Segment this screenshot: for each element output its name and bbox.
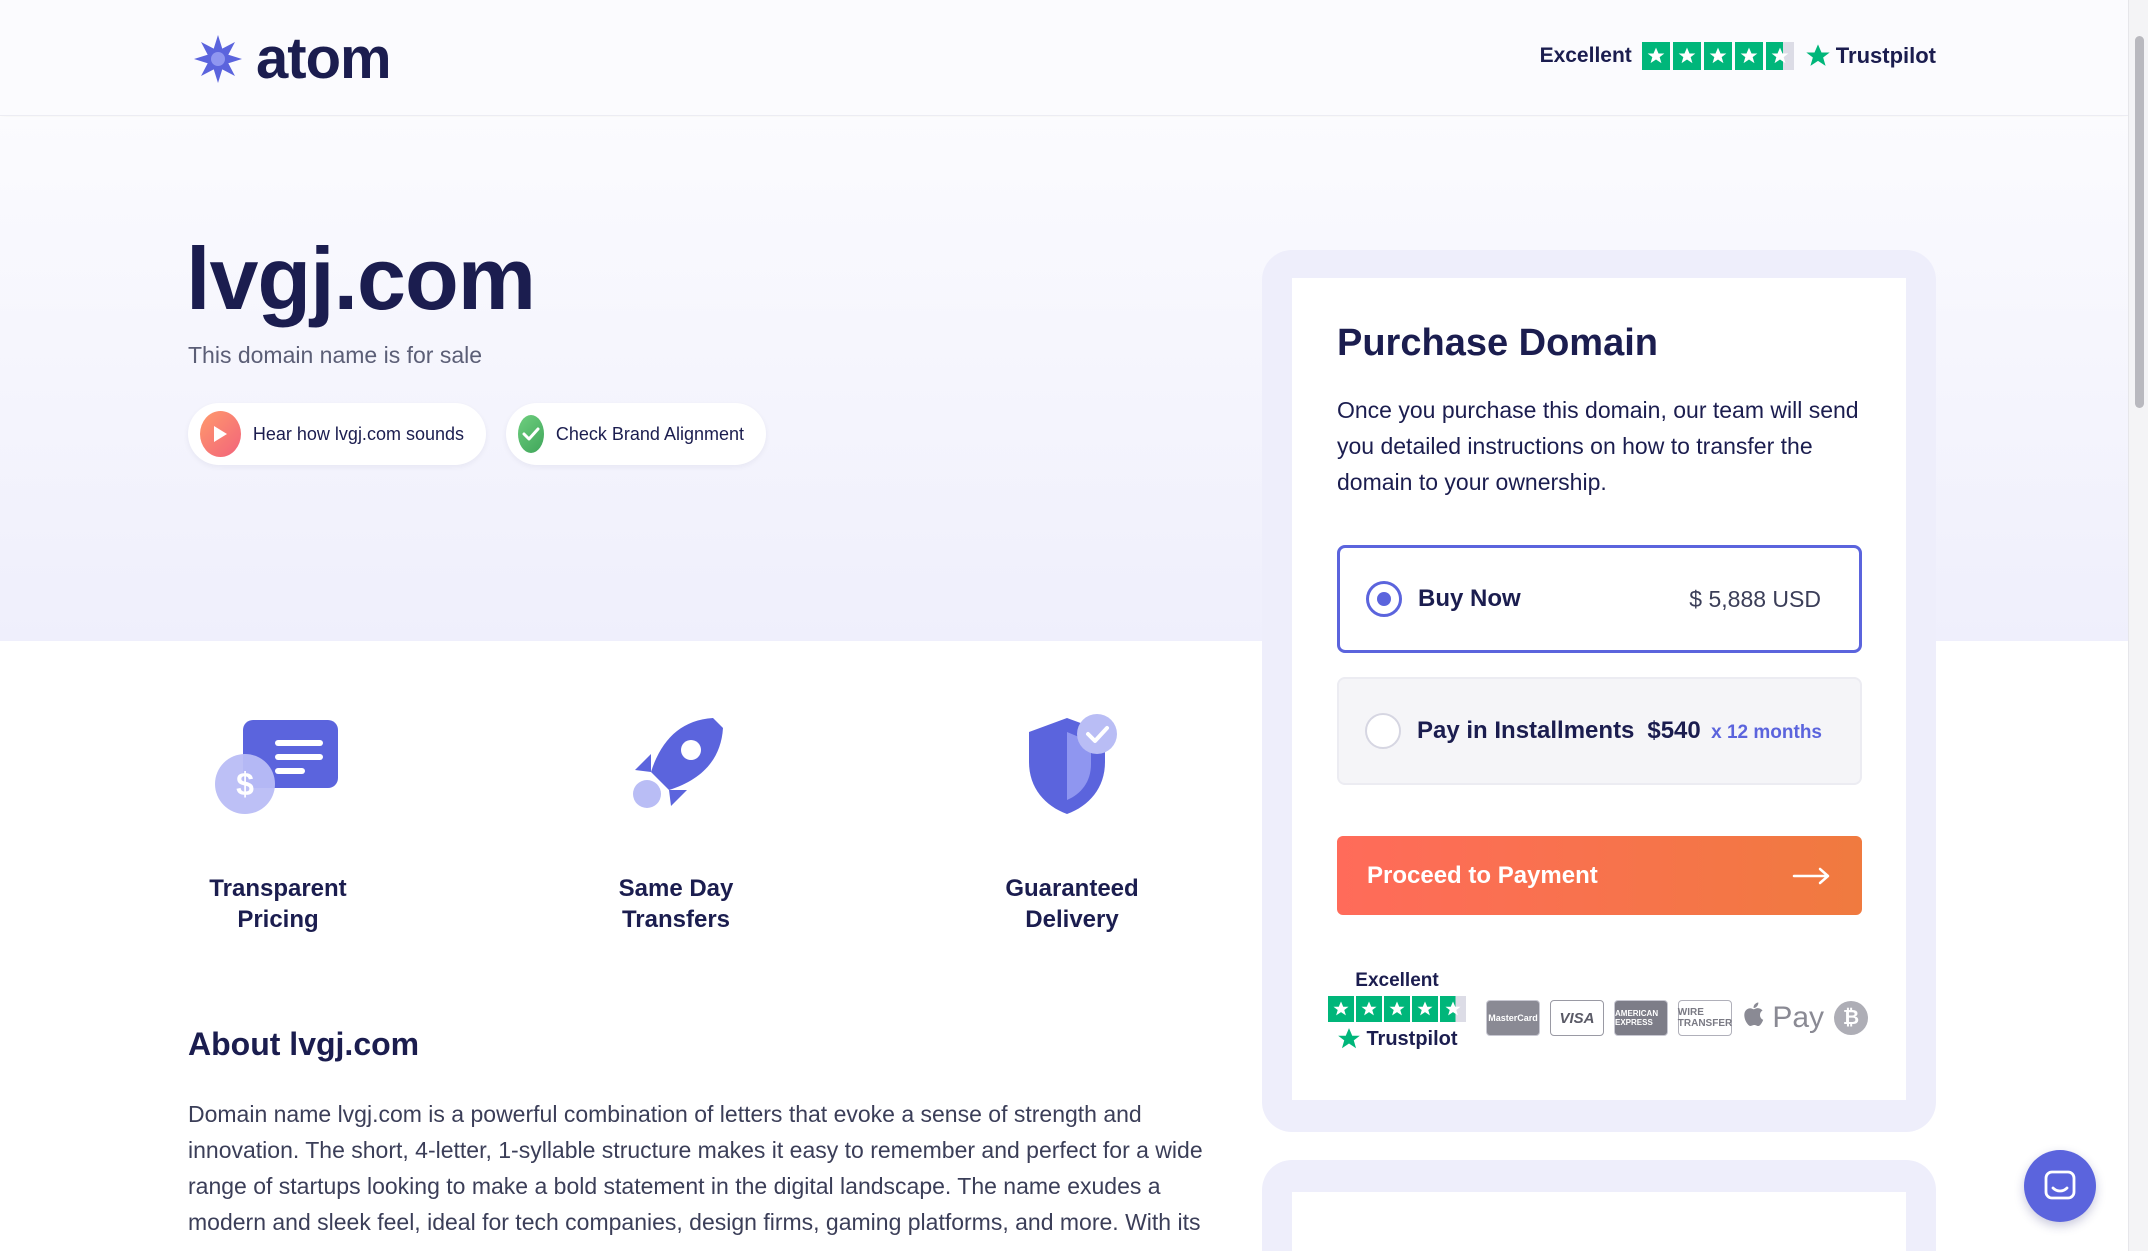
trustpilot-header-rating[interactable]: Excellent Trustpilot bbox=[1540, 42, 1936, 70]
installments-price: $540 x 12 months bbox=[1647, 717, 1822, 745]
installments-option[interactable]: Pay in Installments $540 x 12 months bbox=[1337, 677, 1862, 785]
check-brand-alignment-label: Check Brand Alignment bbox=[555, 423, 744, 444]
hear-pronunciation-label: Hear how lvgj.com sounds bbox=[252, 423, 464, 444]
trustpilot-card-rating[interactable]: Excellent Trustpilot bbox=[1322, 970, 1472, 1052]
feature-guaranteed-delivery: Guaranteed Delivery bbox=[972, 705, 1172, 935]
scrollbar-thumb[interactable] bbox=[2135, 36, 2144, 408]
purchase-title: Purchase Domain bbox=[1337, 322, 1658, 364]
trustpilot-card-stars bbox=[1322, 996, 1472, 1022]
feature-transparent-pricing: $ Transparent Pricing bbox=[178, 705, 378, 935]
arrow-right-icon bbox=[1792, 867, 1830, 884]
chat-widget-button[interactable] bbox=[2024, 1150, 2096, 1222]
atom-logo-icon bbox=[194, 35, 242, 83]
star-icon bbox=[1641, 42, 1670, 70]
trustpilot-stars bbox=[1641, 42, 1794, 70]
shield-check-icon bbox=[1029, 714, 1117, 814]
chat-icon bbox=[2044, 1170, 2076, 1200]
logo-text: atom bbox=[256, 26, 392, 91]
for-sale-subtitle: This domain name is for sale bbox=[188, 342, 483, 368]
apple-pay-icon: Pay bbox=[1742, 1001, 1824, 1035]
installment-months: x 12 months bbox=[1711, 722, 1822, 743]
amex-icon: AMERICAN EXPRESS bbox=[1614, 1000, 1668, 1036]
trustpilot-card-label: Excellent bbox=[1355, 970, 1439, 991]
feature-label-line2: Delivery bbox=[1025, 906, 1119, 933]
proceed-to-payment-button[interactable]: Proceed to Payment bbox=[1337, 836, 1862, 915]
buy-now-price: $ 5,888 USD bbox=[1689, 585, 1821, 612]
buy-now-label: Buy Now bbox=[1418, 585, 1521, 612]
star-icon bbox=[1672, 42, 1701, 70]
apple-pay-text: Pay bbox=[1772, 1001, 1825, 1034]
check-brand-alignment-button[interactable]: Check Brand Alignment bbox=[506, 403, 766, 465]
star-icon bbox=[1734, 42, 1763, 70]
feature-label-line1: Same Day bbox=[618, 875, 734, 902]
feature-label-line2: Pricing bbox=[237, 906, 319, 933]
secondary-card bbox=[1292, 1192, 1906, 1251]
trustpilot-card-brand-text: Trustpilot bbox=[1366, 1027, 1458, 1050]
visa-icon: VISA bbox=[1550, 1000, 1604, 1036]
installment-amount: $540 bbox=[1647, 717, 1701, 744]
buy-now-option[interactable]: Buy Now $ 5,888 USD bbox=[1337, 545, 1862, 653]
bitcoin-icon: ₿ bbox=[1834, 1001, 1869, 1035]
site-header: atom Excellent Trustpilot bbox=[0, 0, 2128, 116]
payment-methods: MasterCard VISA AMERICAN EXPRESS WIRE TR… bbox=[1486, 1000, 1869, 1036]
installments-label: Pay in Installments bbox=[1417, 717, 1635, 744]
half-star-icon bbox=[1440, 996, 1466, 1022]
feature-label-line1: Transparent bbox=[209, 875, 347, 902]
star-icon bbox=[1328, 996, 1354, 1022]
trustpilot-brand: Trustpilot bbox=[1804, 42, 1936, 70]
feature-same-day-transfers: Same Day Transfers bbox=[576, 705, 776, 935]
feature-label-line1: Guaranteed bbox=[1005, 875, 1139, 902]
trustpilot-rating-label: Excellent bbox=[1539, 44, 1632, 67]
page-scrollbar[interactable] bbox=[2128, 0, 2148, 1251]
trustpilot-brand-text: Trustpilot bbox=[1835, 43, 1936, 68]
play-icon bbox=[200, 411, 241, 457]
svg-text:$: $ bbox=[236, 766, 254, 802]
apple-logo-icon bbox=[1744, 1002, 1764, 1026]
about-title: About lvgj.com bbox=[188, 1026, 420, 1062]
star-icon bbox=[1384, 996, 1410, 1022]
half-star-icon bbox=[1765, 42, 1794, 70]
pricing-card-icon: $ bbox=[215, 720, 338, 814]
trustpilot-star-icon bbox=[1806, 44, 1830, 66]
feature-label-line2: Transfers bbox=[621, 906, 731, 933]
installments-radio[interactable] bbox=[1365, 713, 1401, 749]
about-description: Domain name lvgj.com is a powerful combi… bbox=[188, 1101, 1203, 1235]
rocket-icon bbox=[633, 718, 723, 808]
star-icon bbox=[1703, 42, 1732, 70]
purchase-description: Once you purchase this domain, our team … bbox=[1337, 397, 1859, 495]
buy-now-radio[interactable] bbox=[1366, 581, 1402, 617]
trustpilot-star-icon bbox=[1338, 1028, 1361, 1049]
hear-pronunciation-button[interactable]: Hear how lvgj.com sounds bbox=[188, 403, 486, 465]
star-icon bbox=[1412, 996, 1438, 1022]
star-icon bbox=[1356, 996, 1382, 1022]
mastercard-icon: MasterCard bbox=[1486, 1000, 1540, 1036]
check-icon bbox=[518, 415, 544, 453]
domain-title: lvgj.com bbox=[186, 229, 536, 328]
wire-transfer-icon: WIRE TRANSFER bbox=[1678, 1000, 1732, 1036]
trustpilot-card-brand: Trustpilot bbox=[1322, 1026, 1472, 1052]
atom-logo[interactable]: atom bbox=[192, 26, 392, 91]
proceed-label: Proceed to Payment bbox=[1367, 861, 1598, 889]
